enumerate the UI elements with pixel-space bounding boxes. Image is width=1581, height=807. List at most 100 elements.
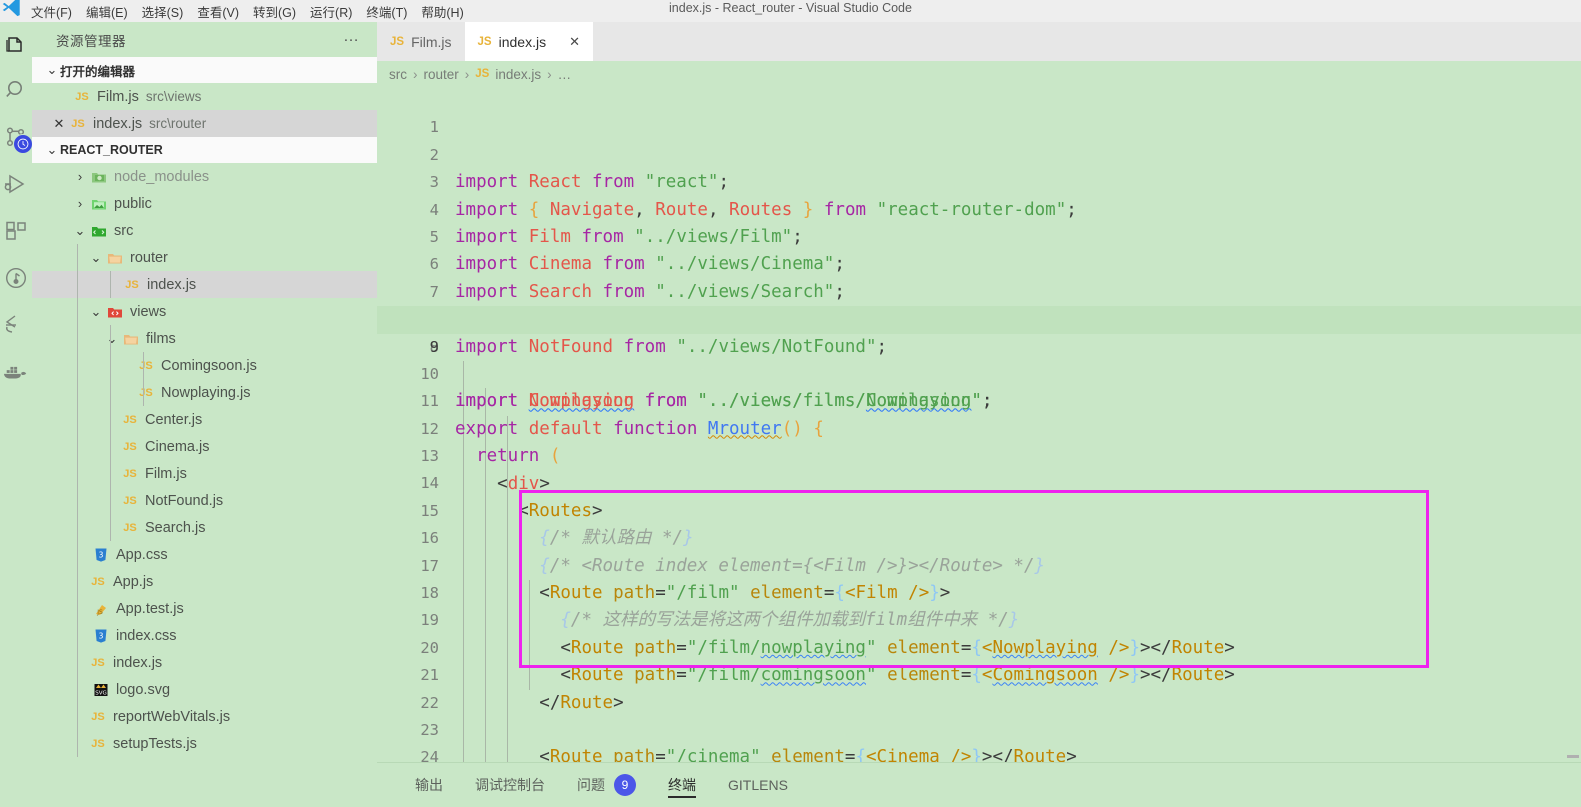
code-line[interactable]: 22 <Route path="/cinema" element={<Cinem… [377, 662, 1581, 762]
tree-item-nowplaying-js[interactable]: JS Nowplaying.js [32, 379, 377, 406]
films-folder-icon [120, 331, 142, 347]
code-line[interactable]: 3 import Film from "../views/Film"; [377, 142, 1581, 247]
tree-item-comingsoon-js[interactable]: JS Comingsoon.js [32, 352, 377, 379]
tree-item-notfound-js[interactable]: JS NotFound.js [32, 487, 377, 514]
open-editor-item-index[interactable]: ✕ JS index.js src\router [32, 110, 377, 137]
tree-item-node_modules[interactable]: › node_modules [32, 163, 377, 190]
tab-index-js[interactable]: JS index.js ✕ [464, 22, 593, 61]
js-file-icon: JS [123, 521, 137, 534]
tab-bar: JS Film.js JS index.js ✕ [377, 22, 1581, 61]
open-editor-name: Film.js [97, 88, 139, 105]
svg-text:JS: JS [96, 609, 103, 616]
section-project-root[interactable]: ⌄ REACT_ROUTER [32, 137, 377, 163]
tree-item-views[interactable]: ⌄ views [32, 298, 377, 325]
docker-icon[interactable] [0, 348, 32, 395]
code-line[interactable]: 12 <div> [377, 388, 1581, 494]
tree-item-setuptests-js[interactable]: JS setupTests.js [32, 730, 377, 757]
code-line[interactable]: 13 <Routes> [377, 416, 1581, 521]
code-line[interactable]: 16 <Route path="/film" element={<Film />… [377, 498, 1581, 603]
section-open-editors[interactable]: ⌄ 打开的编辑器 [32, 57, 377, 83]
files-explorer-icon[interactable] [0, 22, 32, 66]
source-control-icon[interactable] [0, 113, 33, 160]
lightbulb-icon[interactable] [451, 283, 565, 328]
close-icon[interactable]: ✕ [569, 34, 580, 50]
open-editor-name: index.js [93, 115, 143, 132]
code-line[interactable]: 11 return ( [377, 361, 1581, 466]
tree-item-cinema-js[interactable]: JS Cinema.js [32, 433, 377, 460]
tree-item-index-css[interactable]: 3 index.css [32, 622, 377, 649]
js-file-icon: JS [123, 467, 137, 480]
run-and-debug-icon[interactable] [0, 160, 32, 207]
breadcrumb-file[interactable]: index.js [495, 67, 541, 82]
open-editor-path: src\views [145, 89, 202, 104]
tree-item-label: films [146, 330, 176, 347]
panel-tab-label: 问题 [577, 777, 605, 793]
code-line[interactable]: 17 {/* 这样的写法是将这两个组件加载到film组件中来 */} [377, 525, 1581, 631]
close-icon[interactable]: ✕ [50, 116, 68, 132]
tree-item-reportwebvitals-js[interactable]: JS reportWebVitals.js [32, 703, 377, 730]
panel-tab-label: 输出 [415, 777, 443, 793]
breadcrumb-src[interactable]: src [389, 67, 407, 82]
code-line[interactable]: 6 import Center from "../views/Center"; [377, 224, 1581, 329]
scrollbar-thumb[interactable] [1567, 755, 1579, 758]
chevron-down-icon: ⌄ [90, 303, 102, 319]
tree-item-app-test-js[interactable]: JS App.test.js [32, 595, 377, 622]
tree-item-center-js[interactable]: JS Center.js [32, 406, 377, 433]
code-line[interactable]: 4 import Cinema from "../views/Cinema"; [377, 169, 1581, 275]
js-file-icon: JS [139, 386, 153, 399]
more-actions-icon[interactable]: … [343, 28, 361, 48]
code-line[interactable]: 7 import NotFound from "../views/NotFoun… [377, 251, 1581, 357]
tree-item-src[interactable]: ⌄ src [32, 217, 377, 244]
tree-item-search-js[interactable]: JS Search.js [32, 514, 377, 541]
tree-item-film-js[interactable]: JS Film.js [32, 460, 377, 487]
code-line[interactable]: 25 {/* 匹配到/ 重定向到film页面 */} [377, 744, 1581, 762]
tab-film-js[interactable]: JS Film.js [377, 22, 465, 61]
tree-item-logo-svg[interactable]: SVG logo.svg [32, 676, 377, 703]
code-line[interactable]: 14 {/* 默认路由 */} [377, 443, 1581, 548]
breadcrumb-symbol[interactable]: … [558, 67, 572, 82]
breadcrumb: src › router › JS index.js › … [377, 61, 1581, 87]
css-file-icon: 3 [90, 628, 112, 644]
tree-item-label: App.test.js [116, 600, 184, 617]
chevron-down-icon: ⌄ [106, 330, 118, 346]
code-line[interactable]: 23 <Route path="/cinema/search" element=… [377, 690, 1581, 739]
open-editor-item-film[interactable]: JS Film.js src\views [32, 83, 377, 110]
panel-tab-debug-console[interactable]: 调试控制台 [459, 763, 561, 807]
panel-tab-label: 调试控制台 [475, 777, 545, 793]
code-line[interactable]: 8 import Nowplaying from "../views/films… [377, 279, 1581, 411]
code-line[interactable]: 19 <Route path="/film/comingsoon" elemen… [377, 580, 1581, 685]
tree-item-app-css[interactable]: 3 App.css [32, 541, 377, 568]
git-graph-icon[interactable] [0, 254, 32, 301]
code-line[interactable]: 18 <Route path="/film/nowplaying" elemen… [377, 553, 1581, 658]
panel-tab-problems[interactable]: 问题 9 [561, 763, 652, 807]
code-line[interactable]: 20 </Route> [377, 607, 1581, 713]
node-modules-folder-icon [88, 169, 110, 185]
tree-item-index-js-router[interactable]: JS index.js [32, 271, 377, 298]
editor-group: JS Film.js JS index.js ✕ src › router › … [377, 22, 1581, 762]
tree-item-label: Comingsoon.js [161, 357, 257, 374]
src-folder-icon [88, 223, 110, 239]
code-line[interactable]: 15 {/* <Route index element={<Film />}><… [377, 470, 1581, 576]
panel-tab-terminal[interactable]: 终端 [652, 763, 712, 807]
extensions-icon[interactable] [0, 207, 32, 254]
code-line[interactable]: 24 <Route path="/center" element={<Cente… [377, 717, 1581, 762]
tree-item-public[interactable]: › public [32, 190, 377, 217]
panel-tab-gitlens[interactable]: GITLENS [712, 763, 804, 807]
code-line[interactable]: 2 import { Navigate, Route, Routes } fro… [377, 114, 1581, 220]
search-icon[interactable] [0, 66, 32, 113]
breadcrumb-router[interactable]: router [424, 67, 459, 82]
tree-item-app-js[interactable]: JS App.js [32, 568, 377, 595]
tree-item-index-js-src[interactable]: JS index.js [32, 649, 377, 676]
code-line[interactable]: 5 import Search from "../views/Search"; [377, 197, 1581, 302]
todo-tree-icon[interactable] [0, 301, 32, 348]
panel-tab-output[interactable]: 输出 [399, 763, 459, 807]
code-line[interactable]: 10 export default function Mrouter() { [377, 334, 1581, 439]
js-file-icon: JS [123, 413, 137, 426]
tree-item-label: index.css [116, 627, 177, 644]
tree-item-router[interactable]: ⌄ router [32, 244, 377, 271]
code-editor[interactable]: 1 import React from "react"; 2 import { … [377, 87, 1581, 762]
code-line[interactable]: 1 import React from "react"; [377, 87, 1581, 192]
code-line[interactable]: 21 [377, 635, 1581, 684]
code-line-current[interactable]: 9 import Comingsoon from "../views/films… [377, 306, 1581, 411]
tree-item-films[interactable]: ⌄ films [32, 325, 377, 352]
